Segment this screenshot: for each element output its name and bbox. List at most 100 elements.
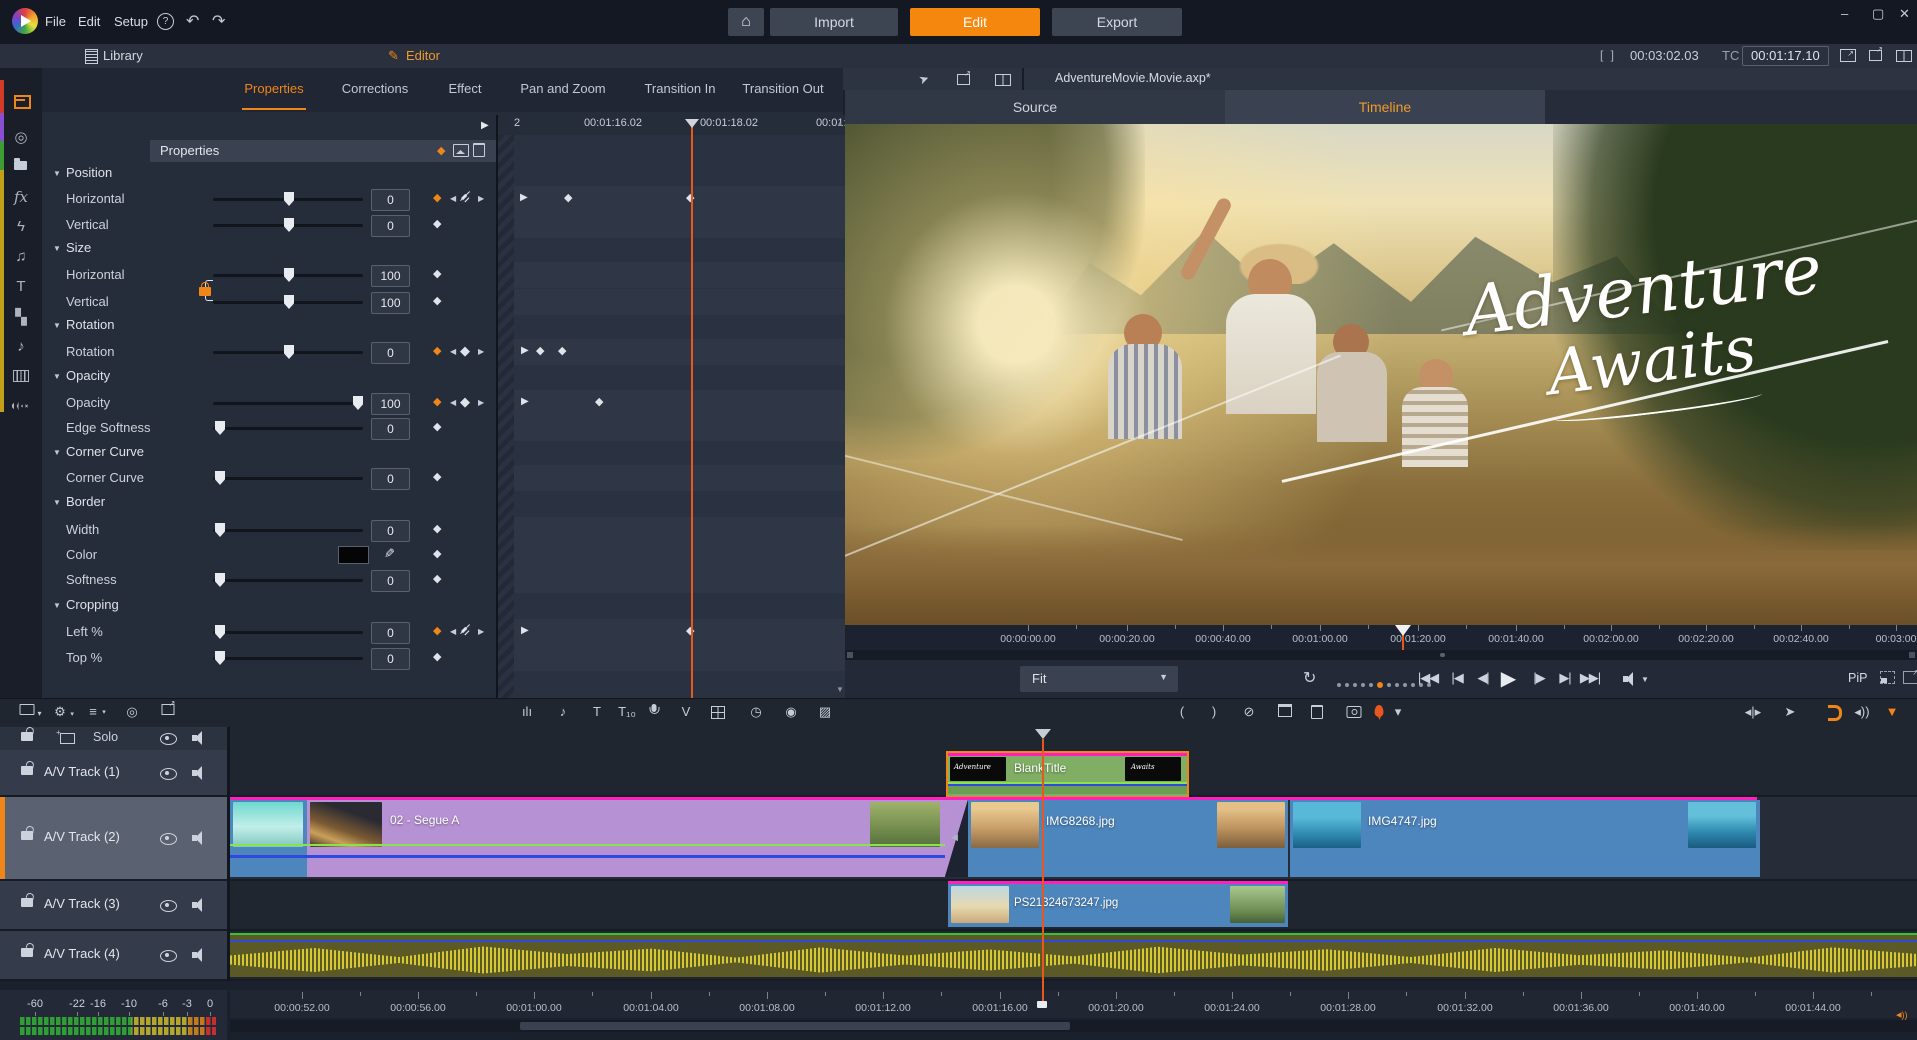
- value-field-horizontal[interactable]: 0: [371, 189, 410, 211]
- scrollbar-thumb[interactable]: [520, 1022, 1070, 1030]
- keyframe-add-icon[interactable]: ◆: [433, 624, 441, 637]
- tab-corrections[interactable]: Corrections: [342, 81, 408, 96]
- prev-keyframe-icon[interactable]: ◀: [450, 627, 456, 636]
- keyframe-diamond-icon[interactable]: ◆: [433, 420, 441, 433]
- preview-scrollbar[interactable]: [845, 650, 1917, 660]
- next-keyframe-icon[interactable]: ▶: [478, 627, 484, 636]
- value-field-corner curve[interactable]: 0: [371, 468, 410, 490]
- solo-label[interactable]: Solo: [93, 730, 118, 744]
- keyframe-point[interactable]: ◆: [564, 191, 572, 204]
- import-button[interactable]: Import: [770, 8, 898, 36]
- score-clef-icon[interactable]: ♪: [560, 704, 567, 719]
- export-share-icon[interactable]: [162, 704, 175, 715]
- keyframe-add-icon[interactable]: ◆: [433, 344, 441, 357]
- send-to-timeline-icon[interactable]: ➤: [1785, 704, 1796, 720]
- marker-dropdown-icon[interactable]: ▾: [1395, 704, 1402, 720]
- video-preview[interactable]: Adventure Awaits: [845, 124, 1917, 625]
- subtitle-text-icon[interactable]: T₁₀: [618, 704, 636, 719]
- track-content-4[interactable]: [230, 931, 1917, 981]
- kf-clip-start-icon[interactable]: ▶: [521, 625, 529, 636]
- value-field-rotation[interactable]: 0: [371, 342, 410, 364]
- music-note-icon[interactable]: ♫: [0, 248, 42, 265]
- transport-play-button[interactable]: ▶: [1501, 666, 1515, 691]
- track-speaker-icon[interactable]: [192, 948, 204, 962]
- loop-icon[interactable]: ↻: [1303, 668, 1316, 688]
- slider-thumb-top %[interactable]: [215, 651, 225, 665]
- list-options-icon[interactable]: ≡▾: [89, 704, 97, 719]
- track-header-3[interactable]: A/V Track (3): [0, 881, 227, 931]
- tab-editor[interactable]: Editor: [406, 48, 440, 63]
- popout-icon[interactable]: [957, 74, 970, 85]
- group-collapse-0-icon[interactable]: ▼: [53, 169, 61, 178]
- export-button[interactable]: Export: [1052, 8, 1182, 36]
- keyframe-point[interactable]: ◆: [595, 395, 603, 408]
- keyframe-diamond-icon[interactable]: ◆: [433, 650, 441, 663]
- archive-box-icon[interactable]: [1278, 704, 1292, 717]
- help-icon[interactable]: ?: [157, 13, 174, 30]
- split-view-icon[interactable]: [995, 74, 1011, 86]
- clip-blanktitle[interactable]: AdventureAwaitsBlankTitle: [946, 751, 1189, 798]
- render-clock-icon[interactable]: ◷: [750, 704, 761, 720]
- keyframe-toggle-icon[interactable]: ◆: [437, 144, 445, 157]
- menu-file[interactable]: File: [45, 14, 66, 29]
- slider-thumb-horizontal[interactable]: [284, 268, 294, 282]
- group-collapse-6-icon[interactable]: ▼: [53, 601, 61, 610]
- track-header-4[interactable]: A/V Track (4): [0, 931, 227, 981]
- speaker-dropdown-icon[interactable]: ▼: [1641, 675, 1649, 684]
- trim-editor-icon[interactable]: ◂|▸: [1745, 704, 1761, 720]
- mask-editor-icon[interactable]: ▨: [819, 704, 831, 720]
- keyframe-diamond-icon[interactable]: ◆: [433, 294, 441, 307]
- volume-keyframes-icon[interactable]: V: [682, 704, 691, 719]
- tab-properties[interactable]: Properties: [244, 81, 303, 96]
- send-icon[interactable]: ➤: [917, 71, 931, 88]
- track-speaker-icon[interactable]: [192, 766, 204, 780]
- keyframe-diamond-icon[interactable]: ◆: [433, 267, 441, 280]
- slider-thumb-corner curve[interactable]: [215, 471, 225, 485]
- slider-thumb-vertical[interactable]: [284, 295, 294, 309]
- maximize-button[interactable]: ▢: [1872, 6, 1884, 22]
- clip-img4747[interactable]: IMG4747.jpg: [1290, 800, 1760, 877]
- kf-playhead-handle[interactable]: [685, 119, 699, 128]
- track-header-1[interactable]: A/V Track (1): [0, 750, 227, 797]
- slider-thumb-left %[interactable]: [215, 625, 225, 639]
- kf-scroll-up-icon[interactable]: ▲: [836, 119, 844, 128]
- track-lock-icon[interactable]: [21, 948, 33, 957]
- audio-scrub-icon[interactable]: ◂)): [1854, 704, 1869, 720]
- effects-fx-icon[interactable]: fx: [0, 188, 42, 206]
- tab-pan-and-zoom[interactable]: Pan and Zoom: [520, 81, 605, 96]
- slider-track-softness[interactable]: [213, 579, 363, 582]
- snapshot-camera-icon[interactable]: [1347, 704, 1362, 720]
- kf-scroll-down-icon[interactable]: ▼: [836, 685, 844, 694]
- redo-icon[interactable]: ↷: [212, 11, 225, 31]
- speaker-icon[interactable]: [1623, 672, 1635, 686]
- film-reel-icon[interactable]: ◎: [0, 128, 42, 146]
- transport-jump-start-button[interactable]: |◀◀: [1418, 670, 1438, 686]
- mark-out-razor-icon[interactable]: ): [1212, 704, 1216, 719]
- timeline-scrollbar[interactable]: [230, 1020, 1917, 1032]
- slider-thumb-horizontal[interactable]: [284, 192, 294, 206]
- prev-keyframe-icon[interactable]: ◀: [450, 194, 456, 203]
- keyboard-icon[interactable]: [13, 370, 29, 382]
- voiceover-mic-icon[interactable]: [652, 704, 657, 712]
- value-field-vertical[interactable]: 0: [371, 215, 410, 237]
- disc-author-icon[interactable]: ◎: [126, 704, 137, 720]
- thumbnail-icon[interactable]: [453, 144, 469, 157]
- keyframe-current-icon[interactable]: ◆: [460, 394, 470, 410]
- slider-track-edge softness[interactable]: [213, 427, 363, 430]
- slider-thumb-opacity[interactable]: [353, 396, 363, 410]
- tab-timeline[interactable]: Timeline: [1225, 90, 1545, 124]
- mark-in-razor-icon[interactable]: (: [1180, 704, 1184, 719]
- flash-icon[interactable]: ϟ: [0, 218, 42, 235]
- preview-ruler[interactable]: 00:00:00.0000:00:20.0000:00:40.0000:01:0…: [845, 625, 1917, 650]
- undock-icon[interactable]: [1869, 50, 1882, 61]
- clip-segue-a[interactable]: 02 - Segue A: [307, 800, 945, 877]
- transport-next-clip-button[interactable]: ▶|: [1559, 670, 1570, 686]
- group-collapse-5-icon[interactable]: ▼: [53, 498, 61, 507]
- track-lock-icon[interactable]: [21, 766, 33, 775]
- slider-thumb-rotation[interactable]: [284, 345, 294, 359]
- value-field-softness[interactable]: 0: [371, 570, 410, 592]
- audio-mixer-icon[interactable]: ılı: [522, 704, 532, 719]
- tab-source[interactable]: Source: [845, 90, 1225, 124]
- transition-wedge[interactable]: ◀: [945, 800, 968, 877]
- keyframe-diamond-icon[interactable]: ◆: [433, 522, 441, 535]
